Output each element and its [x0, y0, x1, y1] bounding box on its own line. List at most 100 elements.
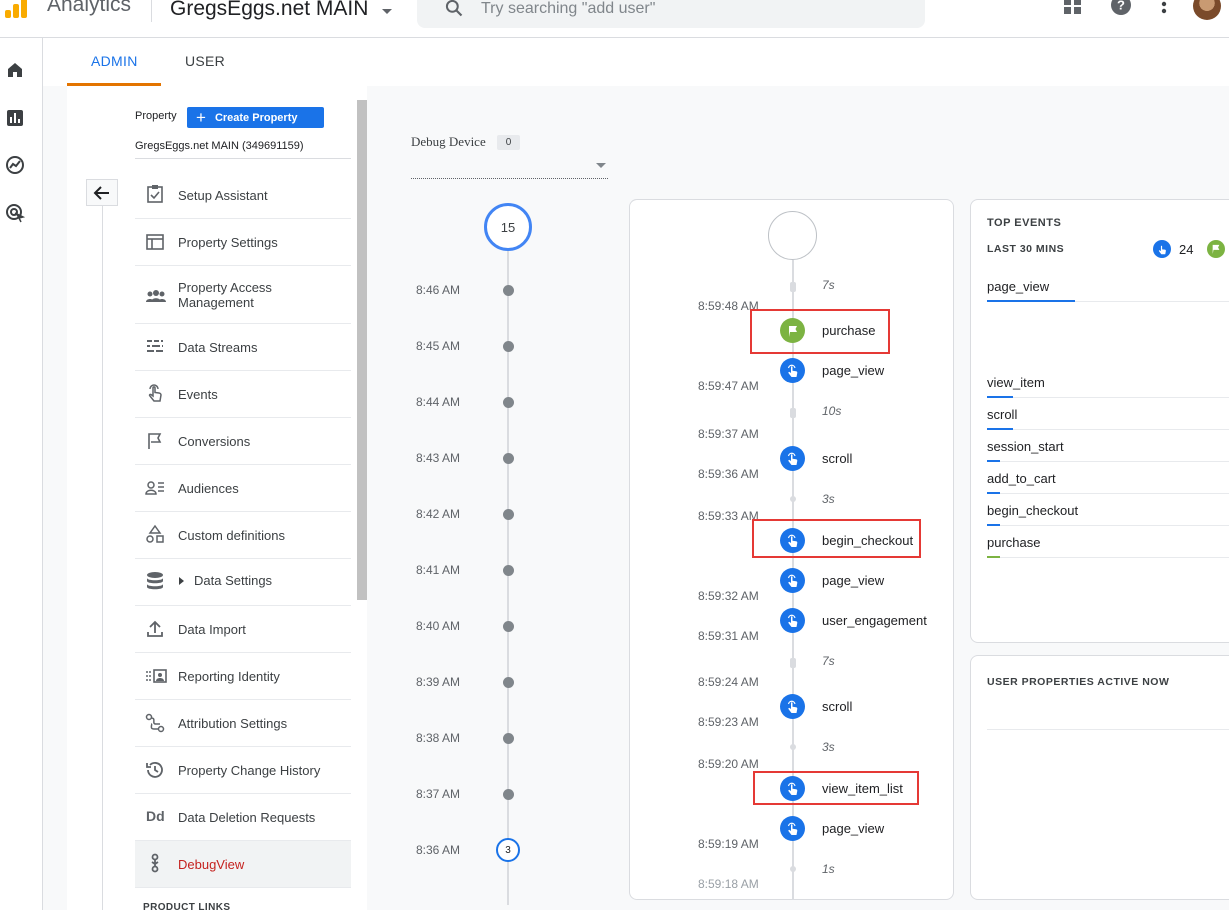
- highlight-view-item-list: [753, 771, 919, 805]
- highlight-purchase: [750, 309, 890, 354]
- help-icon[interactable]: ?: [1110, 0, 1132, 16]
- minute-row[interactable]: 8:42 AM: [370, 505, 620, 525]
- top-event-row[interactable]: session_start: [987, 430, 1229, 462]
- menu-data-settings[interactable]: Data Settings: [135, 559, 351, 606]
- menu-property-access-management[interactable]: Property Access Management: [135, 266, 351, 324]
- minute-row[interactable]: 8:38 AM: [370, 729, 620, 749]
- minute-dot[interactable]: [503, 341, 514, 352]
- tab-user[interactable]: USER: [185, 53, 225, 69]
- menu-label: Data Settings: [194, 573, 273, 588]
- tab-admin[interactable]: ADMIN: [91, 53, 138, 69]
- top-event-row[interactable]: add_to_cart: [987, 462, 1229, 494]
- menu-reporting-identity[interactable]: Reporting Identity: [135, 653, 351, 700]
- chevron-down-icon[interactable]: [382, 9, 392, 14]
- top-event-row[interactable]: begin_checkout: [987, 494, 1229, 526]
- top-event-name: session_start: [987, 439, 1064, 454]
- minute-dot[interactable]: [503, 509, 514, 520]
- minute-dot[interactable]: [503, 677, 514, 688]
- menu-data-deletion-requests[interactable]: Dd Data Deletion Requests: [135, 794, 351, 841]
- minute-dot[interactable]: [503, 789, 514, 800]
- minute-row[interactable]: 8:41 AM: [370, 561, 620, 581]
- minute-event-count[interactable]: 3: [496, 838, 520, 862]
- menu-custom-definitions[interactable]: Custom definitions: [135, 512, 351, 559]
- event-touch-icon: [780, 446, 805, 471]
- top-event-row[interactable]: view_item: [987, 366, 1229, 398]
- analytics-logo[interactable]: [2, 0, 30, 18]
- create-property-button[interactable]: + Create Property: [187, 107, 324, 128]
- avatar[interactable]: [1193, 0, 1221, 20]
- top-event-row[interactable]: purchase: [987, 526, 1229, 558]
- menu-debugview[interactable]: DebugView: [135, 841, 351, 888]
- minute-dot[interactable]: [503, 621, 514, 632]
- gap-tick: [790, 282, 796, 292]
- caret-right-icon[interactable]: [179, 577, 184, 585]
- minute-time: 8:46 AM: [416, 283, 461, 297]
- menu-events[interactable]: Events: [135, 371, 351, 418]
- minute-row[interactable]: 8:43 AM: [370, 449, 620, 469]
- identity-icon: [146, 669, 167, 683]
- top-event-row[interactable]: page_view: [987, 270, 1229, 302]
- search-input[interactable]: Try searching "add user": [417, 0, 925, 28]
- menu-property-change-history[interactable]: Property Change History: [135, 747, 351, 794]
- minute-event-count[interactable]: 15: [484, 203, 532, 251]
- minute-time: 8:42 AM: [416, 507, 461, 521]
- minute-time: 8:41 AM: [416, 563, 461, 577]
- menu-data-streams[interactable]: Data Streams: [135, 324, 351, 371]
- back-button[interactable]: [86, 179, 118, 206]
- minute-row[interactable]: 8:36 AM 3: [370, 838, 620, 862]
- advertising-icon[interactable]: [5, 203, 25, 223]
- minute-dot[interactable]: [503, 453, 514, 464]
- minute-row[interactable]: 8:44 AM: [370, 393, 620, 413]
- minute-time: 8:38 AM: [416, 731, 461, 745]
- debug-device-select[interactable]: [411, 178, 608, 179]
- minute-dot[interactable]: [503, 285, 514, 296]
- user-properties-card: USER PROPERTIES ACTIVE NOW: [970, 655, 1229, 900]
- minute-dot[interactable]: [503, 733, 514, 744]
- event-timestamp: 8:59:31 AM: [698, 629, 759, 643]
- minute-time: 8:37 AM: [416, 787, 461, 801]
- menu-property-settings[interactable]: Property Settings: [135, 219, 351, 266]
- gap-label: 1s: [822, 862, 835, 876]
- minute-row[interactable]: 8:40 AM: [370, 617, 620, 637]
- header-divider: [151, 0, 152, 22]
- create-property-label: Create Property: [214, 111, 298, 124]
- top-event-name: begin_checkout: [987, 503, 1079, 518]
- menu-conversions[interactable]: Conversions: [135, 418, 351, 465]
- event-timestamp: 8:59:18 AM: [698, 877, 759, 891]
- top-event-row[interactable]: scroll: [987, 398, 1229, 430]
- minute-row[interactable]: 8:46 AM: [370, 281, 620, 301]
- gap-label: 7s: [822, 278, 835, 292]
- admin-scrollbar[interactable]: [357, 100, 367, 600]
- minute-row[interactable]: 8:37 AM: [370, 785, 620, 805]
- tree-line: [102, 206, 103, 910]
- chevron-down-icon[interactable]: [596, 163, 606, 168]
- menu-label: Attribution Settings: [178, 716, 288, 731]
- event-timestamp: 8:59:19 AM: [698, 837, 759, 851]
- minute-dot[interactable]: [503, 565, 514, 576]
- property-id[interactable]: GregsEggs.net MAIN (349691159): [135, 140, 304, 152]
- debug-device-label: Debug Device: [411, 134, 486, 149]
- arrow-back-icon: [93, 185, 109, 200]
- property-selector[interactable]: GregsEggs.net MAIN: [170, 0, 368, 21]
- home-icon[interactable]: [5, 60, 25, 80]
- top-event-bar: [987, 300, 1075, 302]
- menu-data-import[interactable]: Data Import: [135, 606, 351, 653]
- menu-setup-assistant[interactable]: Setup Assistant: [135, 172, 351, 219]
- reports-icon[interactable]: [5, 108, 25, 128]
- minute-row[interactable]: 8:39 AM: [370, 673, 620, 693]
- minute-time: 8:39 AM: [416, 675, 461, 689]
- more-vert-icon[interactable]: [1157, 0, 1171, 16]
- checklist-icon: [147, 185, 163, 203]
- event-touch-icon: [780, 816, 805, 841]
- event-timestamp: 8:59:37 AM: [698, 427, 759, 441]
- explore-icon[interactable]: [5, 155, 25, 175]
- apps-grid-icon[interactable]: [1063, 0, 1083, 16]
- event-name: page_view: [822, 821, 885, 836]
- debug-icon: [151, 853, 159, 873]
- menu-attribution-settings[interactable]: Attribution Settings: [135, 700, 351, 747]
- minute-dot[interactable]: [503, 397, 514, 408]
- minute-row[interactable]: 8:45 AM: [370, 337, 620, 357]
- menu-audiences[interactable]: Audiences: [135, 465, 351, 512]
- svg-text:?: ?: [1117, 0, 1125, 13]
- event-timestamp: 8:59:24 AM: [698, 675, 759, 689]
